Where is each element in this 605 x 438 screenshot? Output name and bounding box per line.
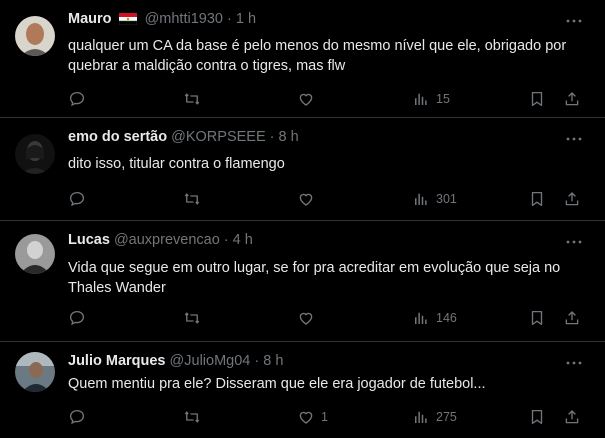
user-handle[interactable]: @auxprevencao (114, 232, 220, 248)
heart-icon (299, 411, 313, 424)
heart-icon (299, 312, 313, 325)
like-button[interactable] (297, 308, 321, 328)
like-count: 1 (321, 410, 328, 424)
reply-button[interactable] (68, 308, 92, 328)
bookmark-icon (531, 310, 543, 326)
heart-icon (299, 93, 313, 106)
share-icon (565, 192, 579, 206)
retweet-button[interactable] (183, 89, 207, 109)
heart-icon (299, 193, 313, 206)
more-options-icon[interactable] (565, 12, 583, 35)
tweet[interactable]: Mauro @mhtti1930 · 1 h qualquer um CA da… (0, 0, 605, 118)
avatar[interactable] (15, 16, 55, 56)
view-count: 275 (436, 410, 457, 424)
separator: · (227, 11, 232, 27)
timestamp[interactable]: 8 h (279, 129, 299, 145)
reply-icon (69, 310, 85, 326)
like-button[interactable] (297, 89, 321, 109)
share-icon (565, 311, 579, 325)
display-name[interactable]: Julio Marques (68, 353, 166, 369)
share-icon (565, 92, 579, 106)
tweet-text: qualquer um CA da base é pelo menos do m… (68, 38, 567, 74)
bookmark-button[interactable] (528, 308, 546, 328)
user-handle[interactable]: @mhtti1930 (145, 11, 223, 27)
reply-icon (69, 409, 85, 425)
timestamp[interactable]: 4 h (233, 232, 253, 248)
like-button[interactable]: 1 (297, 407, 328, 427)
bookmark-button[interactable] (528, 189, 546, 209)
views-chart-icon (415, 193, 427, 205)
user-handle[interactable]: @KORPSEEE (171, 129, 266, 145)
egypt-flag-icon (118, 12, 137, 30)
bookmark-icon (531, 91, 543, 107)
separator: · (223, 232, 229, 248)
retweet-icon (184, 193, 200, 205)
user-handle[interactable]: @JulioMg04 (170, 353, 251, 369)
tweet-text: Quem mentiu pra ele? Disseram que ele er… (68, 376, 486, 392)
views-button[interactable]: 301 (412, 189, 457, 209)
retweet-button[interactable] (183, 308, 207, 328)
more-options-icon[interactable] (565, 130, 583, 153)
share-button[interactable] (563, 407, 581, 427)
reply-button[interactable] (68, 89, 92, 109)
share-button[interactable] (563, 89, 581, 109)
separator: · (254, 353, 260, 369)
like-button[interactable] (297, 189, 321, 209)
tweet[interactable]: Lucas @auxprevencao · 4 h Vida que segue… (0, 221, 605, 342)
display-name[interactable]: Mauro (68, 11, 112, 27)
retweet-button[interactable] (183, 189, 207, 209)
views-button[interactable]: 275 (412, 407, 457, 427)
bookmark-button[interactable] (528, 407, 546, 427)
retweet-button[interactable] (183, 407, 207, 427)
timestamp[interactable]: 8 h (263, 353, 283, 369)
reply-icon (69, 191, 85, 207)
views-button[interactable]: 15 (412, 89, 450, 109)
separator: · (269, 129, 275, 145)
display-name[interactable]: Lucas (68, 232, 110, 248)
view-count: 301 (436, 192, 457, 206)
share-button[interactable] (563, 189, 581, 209)
more-options-icon[interactable] (565, 233, 583, 256)
bookmark-button[interactable] (528, 89, 546, 109)
timestamp[interactable]: 1 h (236, 11, 256, 27)
share-button[interactable] (563, 308, 581, 328)
bookmark-icon (531, 191, 543, 207)
avatar[interactable] (15, 134, 55, 174)
bookmark-icon (531, 409, 543, 425)
tweet-text: Vida que segue em outro lugar, se for pr… (68, 260, 561, 296)
tweet[interactable]: emo do sertão @KORPSEEE · 8 h dito isso,… (0, 118, 605, 221)
views-button[interactable]: 146 (412, 308, 457, 328)
tweet-text: dito isso, titular contra o flamengo (68, 156, 285, 172)
retweet-icon (184, 312, 200, 324)
avatar[interactable] (15, 234, 55, 274)
views-chart-icon (415, 93, 427, 105)
view-count: 15 (436, 92, 450, 106)
retweet-icon (184, 411, 200, 423)
reply-icon (69, 91, 85, 107)
reply-button[interactable] (68, 189, 92, 209)
tweet[interactable]: Julio Marques @JulioMg04 · 8 h Quem ment… (0, 342, 605, 438)
views-chart-icon (415, 312, 427, 324)
reply-button[interactable] (68, 407, 92, 427)
share-icon (565, 410, 579, 424)
display-name[interactable]: emo do sertão (68, 129, 167, 145)
views-chart-icon (415, 411, 427, 423)
view-count: 146 (436, 311, 457, 325)
avatar[interactable] (15, 352, 55, 392)
retweet-icon (184, 93, 200, 105)
